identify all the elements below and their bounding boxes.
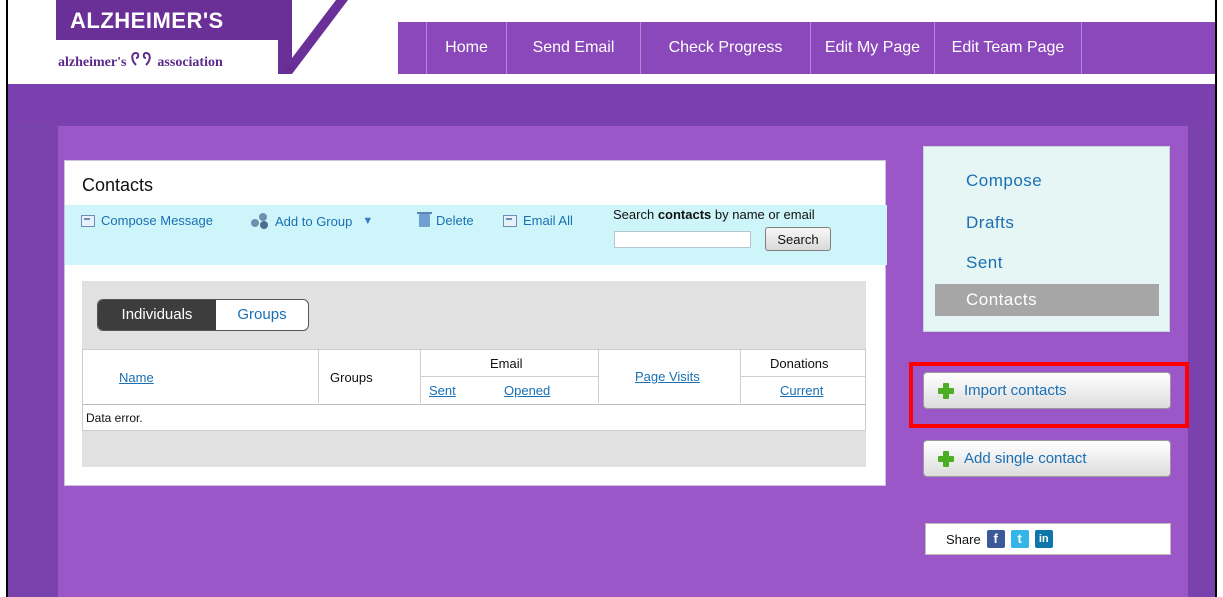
main-nav: Home Send Email Check Progress Edit My P… [398,22,1215,74]
page: ALZHEIMER'S alzheimer's association TM H… [8,0,1215,597]
toggle-individuals[interactable]: Individuals [98,300,216,330]
add-to-group-label: Add to Group [275,213,353,229]
add-to-group-button[interactable]: Add to Group ▼ [251,213,373,229]
linkedin-icon[interactable]: in [1034,530,1053,548]
search-label: Search contacts by name or email [613,207,815,222]
column-header-email: Email [490,356,523,371]
import-contacts-label: Import contacts [964,382,1067,399]
search-label-bold: contacts [657,207,712,222]
column-header-name[interactable]: Name [119,370,154,385]
logo-banner: ALZHEIMER'S [56,0,278,40]
contacts-table: Name Groups Email Sent Opened Page Visit… [82,349,866,431]
column-header-opened[interactable]: Opened [504,383,550,398]
logo-trademark: TM [284,66,295,73]
sidebar-item-compose[interactable]: Compose [966,171,1042,191]
frame-border-right [1215,0,1217,597]
column-header-donations: Donations [770,356,829,371]
add-single-contact-button[interactable]: Add single contact [923,440,1171,477]
view-toggle: Individuals Groups [97,299,309,331]
logo-tagline-right: association [157,55,223,70]
logo[interactable]: ALZHEIMER'S alzheimer's association TM [8,0,348,84]
site-header: ALZHEIMER'S alzheimer's association TM H… [8,0,1215,84]
import-contacts-button[interactable]: Import contacts [923,372,1171,409]
column-divider [318,350,319,403]
chevron-down-icon[interactable]: ▼ [362,215,373,227]
logo-tagline-left: alzheimer's [58,55,127,70]
plus-icon [938,450,954,467]
delete-label: Delete [436,213,474,228]
search-input[interactable] [614,231,751,248]
nav-check-progress[interactable]: Check Progress [640,22,810,74]
add-single-contact-label: Add single contact [964,450,1087,467]
compose-message-label: Compose Message [101,213,213,228]
table-error-row: Data error. [83,404,865,430]
email-icon [503,214,517,227]
column-header-current[interactable]: Current [780,383,823,398]
column-divider [598,350,599,403]
sidebar-item-drafts[interactable]: Drafts [966,213,1014,233]
facebook-icon[interactable]: f [986,530,1005,548]
logo-tagline: alzheimer's association [58,50,223,71]
plus-icon [938,382,954,399]
nav-home[interactable]: Home [426,22,506,74]
nav-edit-my-page[interactable]: Edit My Page [810,22,934,74]
contacts-toolbar: Compose Message Add to Group ▼ Delete Em… [65,205,887,265]
delete-button[interactable]: Delete [417,212,474,228]
contacts-card: Contacts Compose Message Add to Group ▼ … [64,160,887,486]
group-icon [251,213,269,229]
share-label: Share [946,531,981,547]
sidebar-panel: Compose Drafts Sent Contacts [923,146,1170,332]
compose-message-button[interactable]: Compose Message [81,213,213,228]
column-header-sent[interactable]: Sent [429,383,456,398]
search-button[interactable]: Search [765,227,831,251]
screenshot-frame: ALZHEIMER'S alzheimer's association TM H… [0,0,1223,597]
column-header-groups: Groups [330,370,373,385]
page-title: Contacts [82,175,154,195]
row-divider [420,376,598,377]
nav-edit-team-page[interactable]: Edit Team Page [934,22,1082,74]
twitter-icon[interactable]: t [1010,530,1029,548]
sidebar-item-contacts[interactable]: Contacts [935,284,1159,316]
row-divider [740,376,865,377]
sidebar-item-sent[interactable]: Sent [966,253,1003,273]
search-label-suffix: by name or email [711,207,815,222]
column-header-page-visits[interactable]: Page Visits [635,369,700,384]
logo-symbol-icon [130,50,154,71]
compose-icon [81,214,95,227]
search-label-prefix: Search [613,207,658,222]
contacts-grid-panel: Individuals Groups Name Groups Email Sen… [82,281,866,467]
email-all-button[interactable]: Email All [503,213,573,228]
toggle-groups[interactable]: Groups [216,300,308,330]
share-bar: Share f t in [925,523,1171,555]
header-divider [8,84,1215,124]
trash-icon [417,212,432,227]
email-all-label: Email All [523,213,573,228]
nav-send-email[interactable]: Send Email [506,22,640,74]
